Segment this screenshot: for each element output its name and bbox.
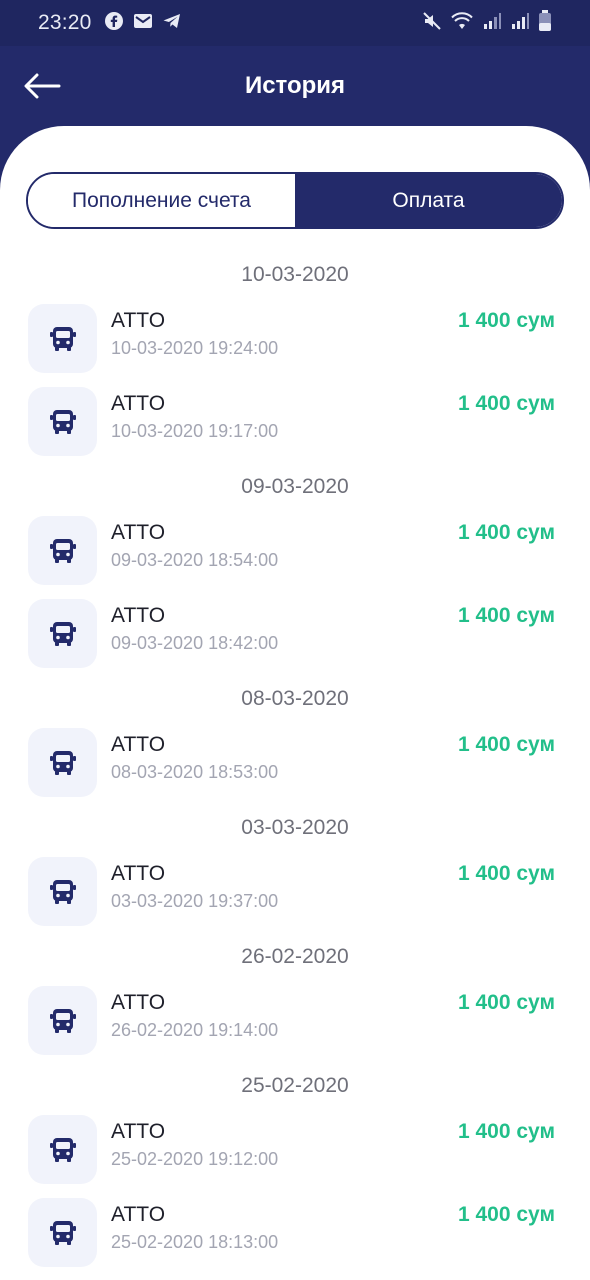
transaction-item[interactable]: ATTO 08-03-2020 18:53:00 1 400 сум bbox=[0, 722, 590, 805]
transaction-name: ATTO bbox=[111, 604, 166, 627]
history-list: 10-03-2020 ATTO 10-03-2020 19:24:00 1 400 с… bbox=[0, 252, 590, 1280]
bus-icon bbox=[28, 728, 97, 797]
date-group-header: 26-02-2020 bbox=[241, 945, 349, 968]
transaction-name: ATTO bbox=[111, 392, 166, 415]
status-bar: 23:20 bbox=[0, 0, 590, 46]
transaction-item[interactable]: ATTO 10-03-2020 19:17:00 1 400 сум bbox=[0, 381, 590, 464]
status-time: 23:20 bbox=[38, 11, 92, 34]
transaction-item[interactable]: ATTO 25-02-2020 19:12:00 1 400 сум bbox=[0, 1109, 590, 1192]
status-notification-icons bbox=[104, 11, 182, 36]
transaction-time: 03-03-2020 19:37:00 bbox=[111, 891, 279, 911]
transaction-item[interactable]: ATTO 10-03-2020 19:24:00 1 400 сум bbox=[0, 298, 590, 381]
content-sheet: Пополнение счета Оплата 10-03-2020 ATTO 10… bbox=[0, 126, 590, 1280]
transaction-item[interactable]: ATTO 25-02-2020 18:13:00 1 400 сум bbox=[0, 1192, 590, 1275]
date-group-header: 09-03-2020 bbox=[241, 475, 349, 498]
status-system-icons bbox=[422, 9, 552, 37]
facebook-icon bbox=[104, 11, 124, 36]
battery-icon bbox=[538, 9, 552, 37]
transaction-amount: 1 400 сум bbox=[457, 1203, 555, 1226]
transaction-amount: 1 400 сум bbox=[457, 991, 555, 1014]
signal-icon bbox=[510, 11, 530, 36]
page-title: История bbox=[244, 72, 346, 99]
wifi-icon bbox=[450, 11, 474, 36]
date-group-header: 23-02-2020 bbox=[0, 1275, 590, 1280]
date-group-header: 03-03-2020 bbox=[241, 816, 349, 839]
transaction-item[interactable]: ATTO 26-02-2020 19:14:00 1 400 сум bbox=[0, 980, 590, 1063]
bus-icon bbox=[28, 1198, 97, 1267]
transaction-item[interactable]: ATTO 09-03-2020 18:54:00 1 400 сум bbox=[0, 510, 590, 593]
transaction-name: ATTO bbox=[111, 521, 166, 544]
signal-icon bbox=[482, 11, 502, 36]
transaction-time: 25-02-2020 18:13:00 bbox=[111, 1232, 279, 1252]
tab-top-up[interactable]: Пополнение счета bbox=[28, 174, 295, 227]
transaction-amount: 1 400 сум bbox=[457, 1120, 555, 1143]
gmail-icon bbox=[133, 11, 153, 36]
tab-switcher: Пополнение счета Оплата bbox=[26, 172, 564, 229]
bus-icon bbox=[28, 1115, 97, 1184]
transaction-time: 25-02-2020 19:12:00 bbox=[111, 1149, 279, 1169]
transaction-amount: 1 400 сум bbox=[457, 862, 555, 885]
mute-icon bbox=[422, 11, 442, 36]
bus-icon bbox=[28, 387, 97, 456]
transaction-amount: 1 400 сум bbox=[457, 604, 555, 627]
bus-icon bbox=[28, 304, 97, 373]
transaction-item[interactable]: ATTO 03-03-2020 19:37:00 1 400 сум bbox=[0, 851, 590, 934]
bus-icon bbox=[28, 857, 97, 926]
transaction-amount: 1 400 сум bbox=[457, 733, 555, 756]
transaction-name: ATTO bbox=[111, 862, 166, 885]
tab-payment[interactable]: Оплата bbox=[295, 174, 562, 227]
bus-icon bbox=[28, 599, 97, 668]
transaction-name: ATTO bbox=[111, 733, 166, 756]
transaction-time: 09-03-2020 18:54:00 bbox=[111, 550, 279, 570]
transaction-time: 08-03-2020 18:53:00 bbox=[111, 762, 279, 782]
transaction-time: 09-03-2020 18:42:00 bbox=[111, 633, 279, 653]
transaction-amount: 1 400 сум bbox=[457, 392, 555, 415]
transaction-name: ATTO bbox=[111, 309, 166, 332]
transaction-name: ATTO bbox=[111, 991, 166, 1014]
bus-icon bbox=[28, 986, 97, 1055]
transaction-name: ATTO bbox=[111, 1120, 166, 1143]
transaction-amount: 1 400 сум bbox=[457, 521, 555, 544]
app-bar: История bbox=[0, 46, 590, 130]
transaction-time: 10-03-2020 19:24:00 bbox=[111, 338, 279, 358]
bus-icon bbox=[28, 516, 97, 585]
date-group-header: 08-03-2020 bbox=[241, 687, 349, 710]
telegram-icon bbox=[162, 11, 182, 36]
date-group-header: 10-03-2020 bbox=[241, 263, 349, 286]
transaction-time: 10-03-2020 19:17:00 bbox=[111, 421, 279, 441]
transaction-name: ATTO bbox=[111, 1203, 166, 1226]
transaction-time: 26-02-2020 19:14:00 bbox=[111, 1020, 279, 1040]
date-group-header: 25-02-2020 bbox=[241, 1074, 349, 1097]
transaction-item[interactable]: ATTO 09-03-2020 18:42:00 1 400 сум bbox=[0, 593, 590, 676]
transaction-amount: 1 400 сум bbox=[457, 309, 555, 332]
